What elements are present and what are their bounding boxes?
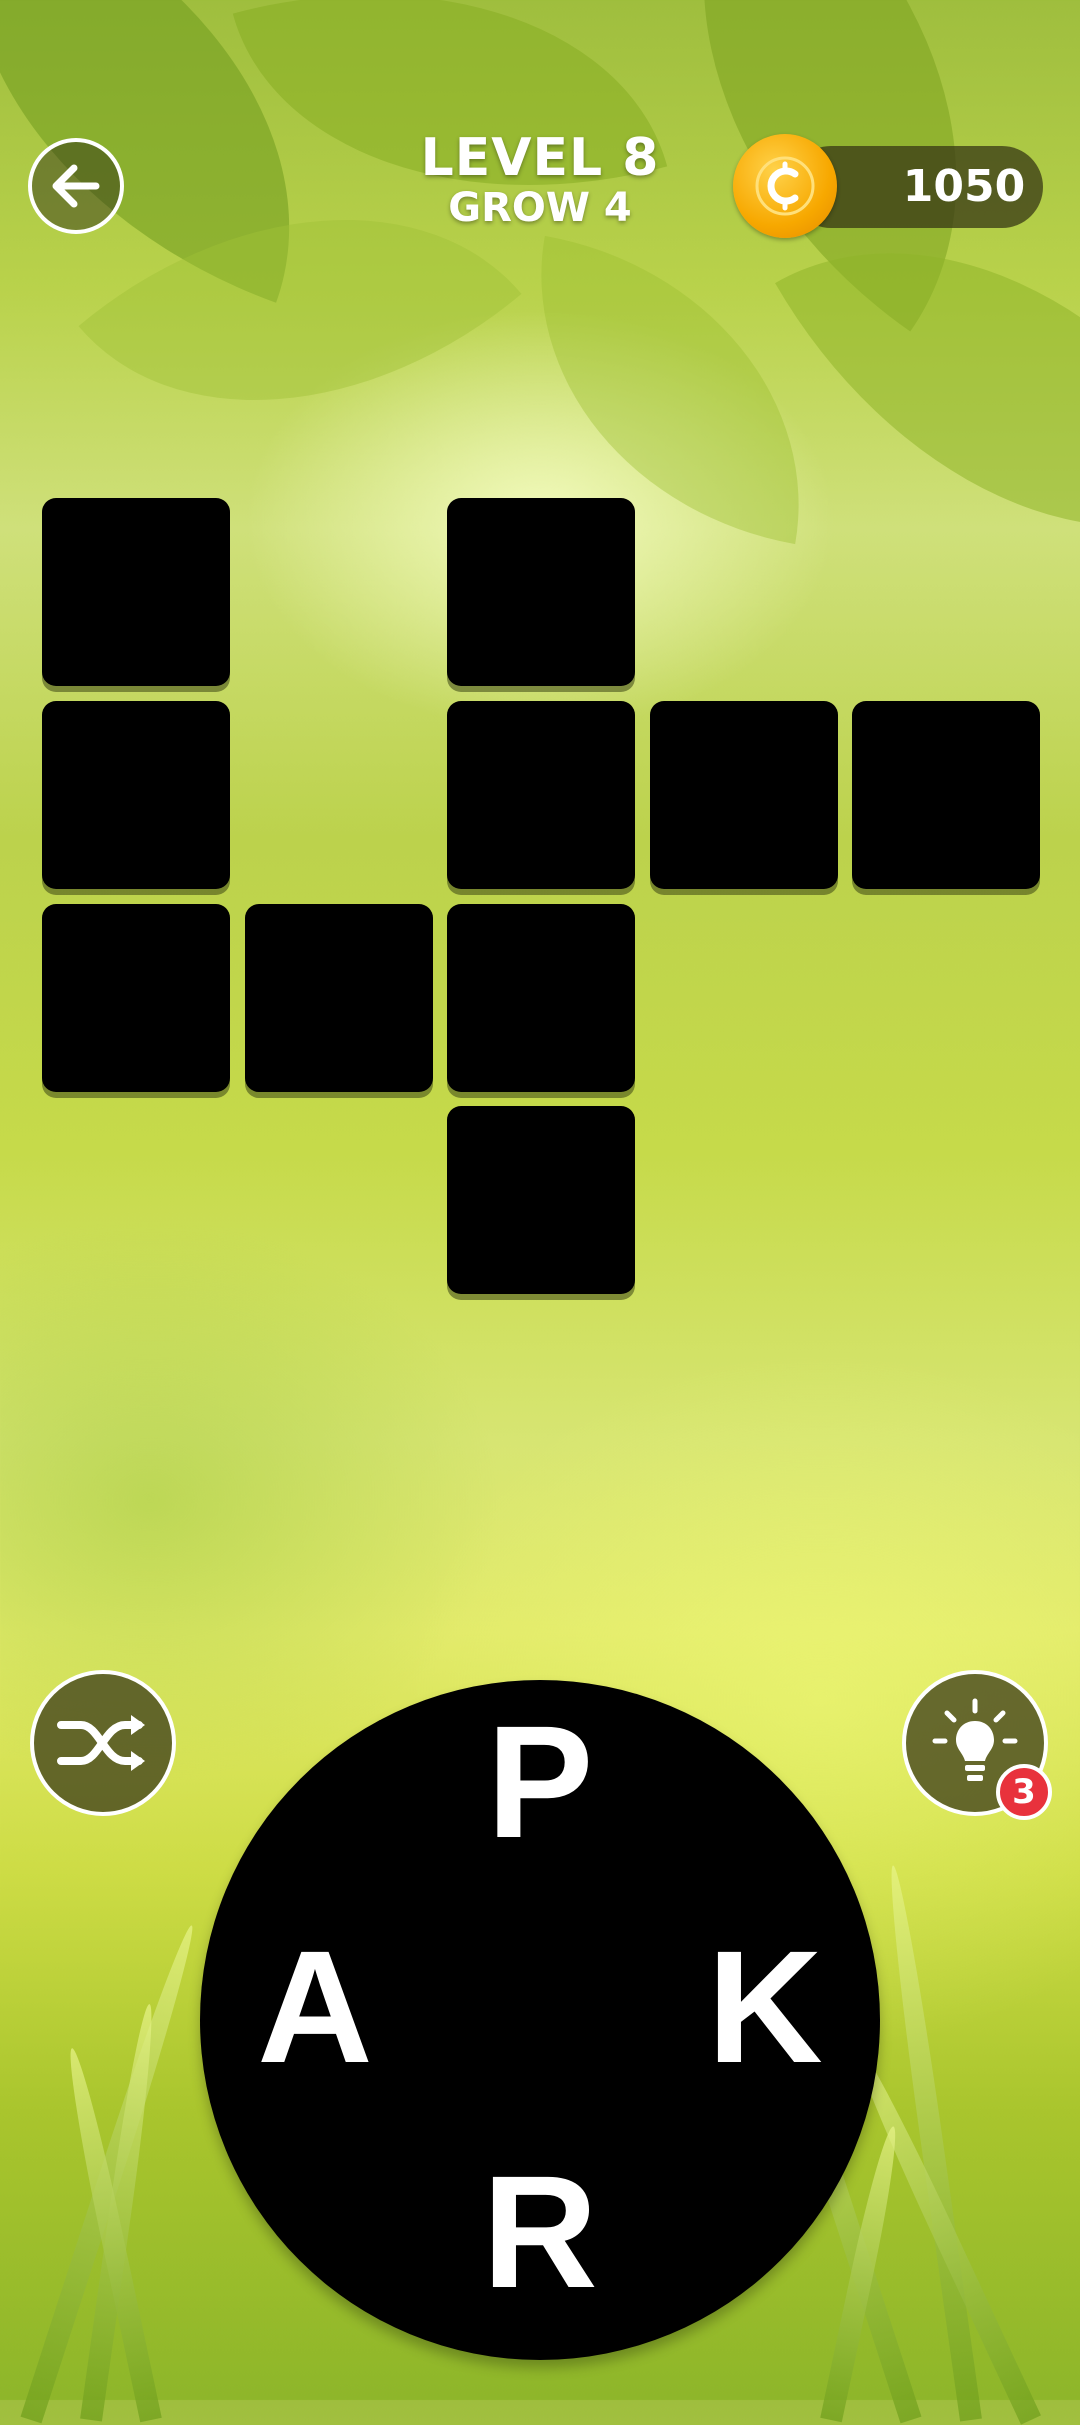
wheel-letter-k[interactable]: K <box>685 1927 845 2087</box>
letter-tile <box>447 498 635 686</box>
level-header: LEVEL 8 GROW 4 <box>340 130 740 230</box>
shuffle-icon <box>57 1715 145 1771</box>
coin-icon <box>733 134 837 238</box>
back-button[interactable] <box>28 138 124 234</box>
wheel-letter-p[interactable]: P <box>460 1702 620 1862</box>
letter-tile <box>245 904 433 1092</box>
arrow-left-icon <box>52 164 100 208</box>
letter-tile <box>447 1106 635 1294</box>
letter-tile <box>650 701 838 889</box>
wheel-letter-a[interactable]: A <box>235 1927 395 2087</box>
letter-tile <box>42 498 230 686</box>
coin-count: 1050 <box>902 161 1026 212</box>
letter-tile <box>42 904 230 1092</box>
shuffle-button[interactable] <box>30 1670 176 1816</box>
level-title: LEVEL 8 <box>420 128 660 188</box>
letter-tile <box>447 701 635 889</box>
hint-count-badge: 3 <box>996 1764 1052 1820</box>
wheel-letter-r[interactable]: R <box>460 2152 620 2312</box>
letter-tile <box>42 701 230 889</box>
letter-tile <box>447 904 635 1092</box>
letter-wheel[interactable]: P A K R <box>200 1680 880 2360</box>
letter-tile <box>852 701 1040 889</box>
level-subtitle: GROW 4 <box>448 185 632 231</box>
